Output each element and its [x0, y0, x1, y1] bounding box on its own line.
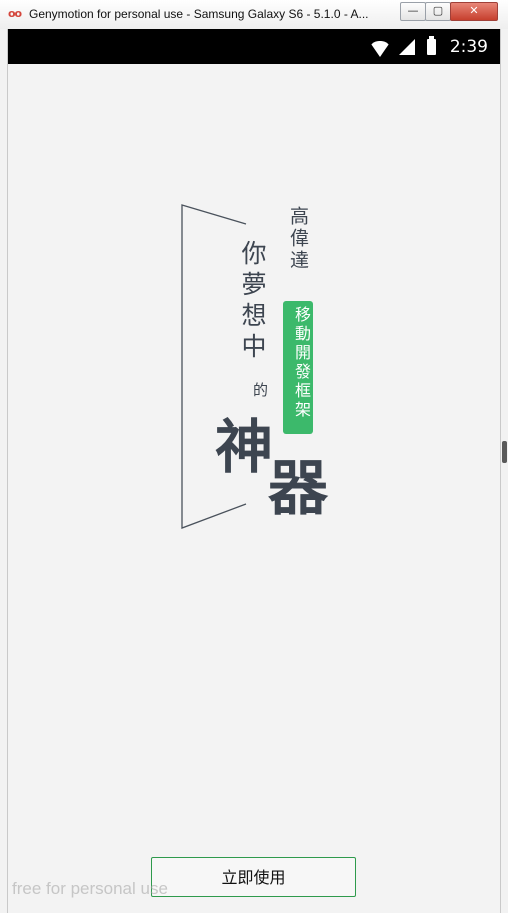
window-frame-right — [500, 29, 508, 913]
maximize-button[interactable]: ▢ — [425, 2, 451, 21]
window-title: Genymotion for personal use - Samsung Ga… — [29, 7, 369, 21]
tagline-text: 你夢想中 — [238, 240, 267, 364]
framework-badge: 移動開發框架 — [283, 301, 313, 434]
headline-char-shen: 神 — [215, 413, 274, 481]
battery-icon — [426, 35, 436, 55]
start-using-button[interactable]: 立即使用 — [151, 857, 356, 897]
wifi-icon — [368, 40, 391, 57]
headline-char-qi: 器 — [268, 454, 328, 524]
cell-signal-icon — [398, 38, 415, 55]
status-time: 2:39 — [449, 36, 488, 57]
watermark-text: free for personal use — [12, 879, 168, 898]
genymotion-logo-icon: oo — [8, 7, 22, 20]
window-frame-left — [0, 29, 8, 913]
badge-label: 移動開發框架 — [292, 306, 311, 420]
splash-screen: 高偉達 你夢想中 的 移動開發框架 神 器 立即使用 free for pers… — [8, 64, 500, 913]
android-status-bar: 2:39 — [8, 29, 500, 64]
resize-handle[interactable] — [502, 441, 507, 463]
window-titlebar: oo Genymotion for personal use - Samsung… — [0, 0, 508, 30]
minimize-button[interactable]: — — [400, 2, 426, 21]
bracket-decoration — [181, 204, 247, 529]
close-button[interactable]: ✕ — [450, 2, 498, 21]
connector-text: 的 — [251, 382, 269, 397]
brand-text: 高偉達 — [287, 206, 309, 272]
